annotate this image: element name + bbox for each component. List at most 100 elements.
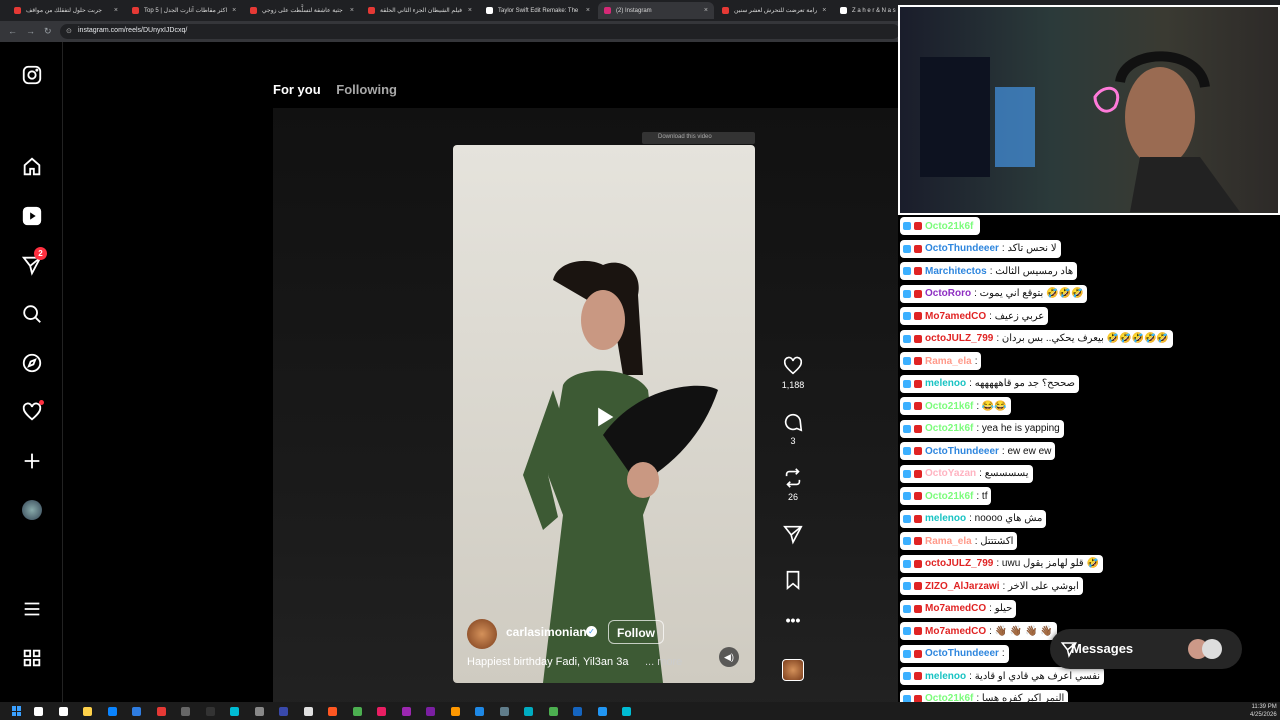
chat-username[interactable]: Rama_ela	[925, 356, 972, 367]
taskbar-app-icon[interactable]	[573, 707, 582, 716]
tab-for-you[interactable]: For you	[273, 82, 321, 97]
explore-icon[interactable]	[18, 349, 46, 377]
menu-hamburger-icon[interactable]	[18, 595, 46, 623]
chat-message: Octo21k6f: tf	[900, 487, 992, 505]
taskbar-app-icon[interactable]	[83, 707, 92, 716]
back-icon[interactable]: ←	[8, 26, 17, 36]
chat-username[interactable]: OctoYazan	[925, 468, 976, 479]
notifications-heart-icon[interactable]	[18, 398, 46, 426]
taskbar-app-icon[interactable]	[132, 707, 141, 716]
play-icon[interactable]	[590, 403, 618, 431]
author-username[interactable]: carlasimonian	[506, 625, 587, 639]
taskbar-app-icon[interactable]	[230, 707, 239, 716]
reload-icon[interactable]: ↻	[44, 26, 52, 37]
chat-username[interactable]: Octo21k6f	[925, 491, 973, 502]
search-icon[interactable]	[18, 300, 46, 328]
chat-username[interactable]: OctoThundeeer	[925, 243, 999, 254]
taskbar-app-icon[interactable]	[597, 707, 607, 716]
site-info-icon[interactable]: ⊙	[66, 27, 72, 35]
like-button[interactable]: 1,188	[776, 355, 810, 390]
taskbar-app-icon[interactable]	[107, 707, 117, 716]
tab-close-icon[interactable]: ×	[232, 7, 236, 14]
tab-close-icon[interactable]: ×	[114, 7, 118, 14]
browser-tab[interactable]: فيلم الشيطان الجزء الثاني الحلقة ×	[362, 2, 478, 19]
repost-button[interactable]: 26	[776, 467, 810, 502]
comment-button[interactable]: 3	[776, 411, 810, 446]
taskbar-app-icon[interactable]	[352, 707, 362, 716]
taskbar-app-icon[interactable]	[548, 707, 558, 716]
chat-username[interactable]: Octo21k6f	[925, 423, 973, 434]
taskbar-app-icon[interactable]	[426, 707, 435, 716]
tab-close-icon[interactable]: ×	[350, 7, 354, 14]
taskbar-app-icon[interactable]	[450, 707, 460, 716]
browser-tab[interactable]: جثية عاشقة لتسلَّطت على زوجي ×	[244, 2, 360, 19]
profile-avatar[interactable]	[18, 496, 46, 524]
home-icon[interactable]	[18, 153, 46, 181]
chat-username[interactable]: octoJULZ_799	[925, 333, 993, 344]
chat-username[interactable]: melenoo	[925, 378, 966, 389]
chat-username[interactable]: OctoThundeeer	[925, 446, 999, 457]
audio-thumbnail[interactable]	[782, 659, 804, 681]
chat-username[interactable]: melenoo	[925, 671, 966, 682]
chat-username[interactable]: Rama_ela	[925, 536, 972, 547]
author-avatar[interactable]	[467, 619, 497, 649]
tab-close-icon[interactable]: ×	[468, 7, 472, 14]
forward-icon[interactable]: →	[26, 26, 35, 36]
more-apps-icon[interactable]	[18, 644, 46, 672]
taskbar-app-icon[interactable]	[279, 707, 288, 716]
chat-username[interactable]: octoJULZ_799	[925, 558, 993, 569]
mute-toggle-icon[interactable]: ◀)	[719, 647, 739, 667]
more-options-icon[interactable]: •••	[776, 612, 810, 628]
chat-username[interactable]: Octo21k6f	[925, 221, 973, 232]
chat-username[interactable]: Marchitectos	[925, 266, 987, 277]
tab-close-icon[interactable]: ×	[586, 7, 590, 14]
caption-more-link[interactable]: ... more	[645, 656, 682, 668]
taskbar-app-icon[interactable]	[34, 707, 43, 716]
download-video-banner[interactable]: Download this video	[642, 132, 755, 144]
taskbar-app-icon[interactable]	[401, 707, 411, 716]
taskbar-app-icon[interactable]	[58, 707, 68, 716]
reel-video[interactable]: carlasimonian ✓ Follow Happiest birthday…	[453, 145, 755, 683]
chat-username[interactable]: Mo7amedCO	[925, 603, 986, 614]
follow-button[interactable]: Follow	[608, 620, 664, 644]
chat-username[interactable]: Mo7amedCO	[925, 626, 986, 637]
chat-username[interactable]: ZIZO_AlJarzawi	[925, 581, 999, 592]
browser-tab[interactable]: رامة تعرضت للتحرش لعشر سنين ×	[716, 2, 832, 19]
sub-badge-icon	[914, 514, 922, 523]
taskbar-app-icon[interactable]	[205, 707, 215, 716]
browser-tab[interactable]: جربت حلول لتفقلك من مواقف ×	[8, 2, 124, 19]
system-clock[interactable]: 11:39 PM 4/25/2026	[1250, 703, 1277, 719]
chat-username[interactable]: Mo7amedCO	[925, 311, 986, 322]
taskbar-app-icon[interactable]	[181, 707, 190, 716]
chat-username[interactable]: melenoo	[925, 513, 966, 524]
chat-username[interactable]: OctoThundeeer	[925, 648, 999, 659]
taskbar-app-icon[interactable]	[475, 707, 484, 716]
taskbar-app-icon[interactable]	[622, 707, 631, 716]
taskbar-app-icon[interactable]	[254, 707, 264, 716]
reels-icon[interactable]	[18, 202, 46, 230]
taskbar-app-icon[interactable]	[156, 707, 166, 716]
tab-following[interactable]: Following	[336, 82, 397, 97]
browser-tab[interactable]: (2) Instagram ×	[598, 2, 714, 19]
browser-tab[interactable]: Taylor Swift Edit Remake: The ×	[480, 2, 596, 19]
start-icon[interactable]	[12, 706, 22, 716]
streamer-webcam	[898, 5, 1280, 215]
taskbar-app-icon[interactable]	[377, 707, 386, 716]
taskbar-app-icon[interactable]	[328, 707, 337, 716]
url-field[interactable]: ⊙ instagram.com/reels/DUnyxIJDcxq/	[60, 24, 900, 39]
messages-button[interactable]: Messages	[1050, 629, 1242, 669]
chat-username[interactable]: OctoRoro	[925, 288, 971, 299]
direct-messages-icon[interactable]: 2	[18, 247, 47, 279]
taskbar-app-icon[interactable]	[499, 707, 509, 716]
tab-close-icon[interactable]: ×	[704, 7, 708, 14]
browser-tab[interactable]: Top 5 | اكثر مقاطات آثارت الجدل ×	[126, 2, 242, 19]
taskbar-app-icon[interactable]	[303, 707, 313, 716]
chat-username[interactable]: Octo21k6f	[925, 401, 973, 412]
instagram-logo-icon[interactable]	[18, 61, 46, 89]
sub-badge-icon	[914, 537, 922, 545]
share-button[interactable]	[776, 523, 810, 548]
tab-close-icon[interactable]: ×	[822, 7, 826, 14]
create-plus-icon[interactable]	[18, 447, 46, 475]
save-button[interactable]	[776, 569, 810, 594]
taskbar-app-icon[interactable]	[524, 707, 533, 716]
